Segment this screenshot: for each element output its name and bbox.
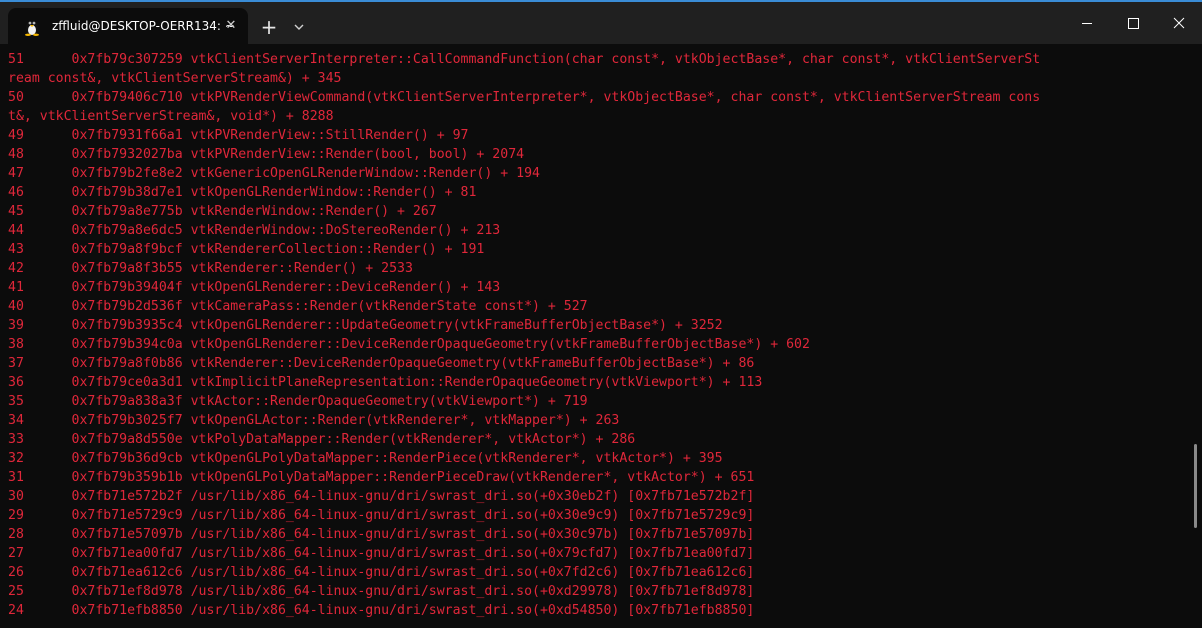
terminal-line: 41 0x7fb79b39404f vtkOpenGLRenderer::Dev… [8,280,501,295]
terminal-line: 38 0x7fb79b394c0a vtkOpenGLRenderer::Dev… [8,337,810,352]
terminal-line: 46 0x7fb79b38d7e1 vtkOpenGLRenderWindow:… [8,185,477,200]
terminal-line: t&, vtkClientServerStream&, void*) + 828… [8,109,334,124]
terminal-line: 33 0x7fb79a8d550e vtkPolyDataMapper::Ren… [8,432,636,447]
terminal-line: ream const&, vtkClientServerStream&) + 3… [8,71,342,86]
terminal-line: 28 0x7fb71e57097b /usr/lib/x86_64-linux-… [8,527,755,542]
terminal-line: 24 0x7fb71efb8850 /usr/lib/x86_64-linux-… [8,603,755,618]
terminal-line: 45 0x7fb79a8e775b vtkRenderWindow::Rende… [8,204,437,219]
vertical-scrollbar[interactable] [1194,444,1197,528]
terminal-line: 47 0x7fb79b2fe8e2 vtkGenericOpenGLRender… [8,166,540,181]
chevron-down-icon[interactable] [290,18,308,36]
tab-close-icon[interactable]: ✕ [222,17,240,35]
terminal-line: 35 0x7fb79a838a3f vtkActor::RenderOpaque… [8,394,588,409]
terminal-line: 27 0x7fb71ea00fd7 /usr/lib/x86_64-linux-… [8,546,755,561]
title-bar[interactable]: zffluid@DESKTOP-OERR134: ~ ✕ + [0,2,1202,44]
terminal-line: 50 0x7fb79406c710 vtkPVRenderViewCommand… [8,90,1041,105]
tab-terminal[interactable]: zffluid@DESKTOP-OERR134: ~ ✕ [8,8,248,44]
terminal-line: 49 0x7fb7931f66a1 vtkPVRenderView::Still… [8,128,469,143]
terminal-line: 51 0x7fb79c307259 vtkClientServerInterpr… [8,52,1041,67]
terminal-line: 44 0x7fb79a8e6dc5 vtkRenderWindow::DoSte… [8,223,501,238]
terminal-line: 43 0x7fb79a8f9bcf vtkRendererCollection:… [8,242,485,257]
close-button[interactable] [1156,4,1202,42]
terminal-line: 29 0x7fb71e5729c9 /usr/lib/x86_64-linux-… [8,508,755,523]
terminal-line: 48 0x7fb7932027ba vtkPVRenderView::Rende… [8,147,525,162]
linux-penguin-icon [24,18,40,36]
terminal-line: 40 0x7fb79b2d536f vtkCameraPass::Render(… [8,299,588,314]
terminal-line: 34 0x7fb79b3025f7 vtkOpenGLActor::Render… [8,413,620,428]
terminal-line: 37 0x7fb79a8f0b86 vtkRenderer::DeviceRen… [8,356,755,371]
terminal-line: 36 0x7fb79ce0a3d1 vtkImplicitPlaneRepres… [8,375,763,390]
minimize-button[interactable] [1064,4,1110,42]
terminal-line: 25 0x7fb71ef8d978 /usr/lib/x86_64-linux-… [8,584,755,599]
terminal-line: 26 0x7fb71ea612c6 /usr/lib/x86_64-linux-… [8,565,755,580]
terminal-window: zffluid@DESKTOP-OERR134: ~ ✕ + 51 0x7fb7… [0,0,1202,628]
terminal-line: 42 0x7fb79a8f3b55 vtkRenderer::Render() … [8,261,413,276]
tab-title: zffluid@DESKTOP-OERR134: ~ [52,19,235,33]
maximize-button[interactable] [1110,4,1156,42]
terminal-line: 31 0x7fb79b359b1b vtkOpenGLPolyDataMappe… [8,470,755,485]
terminal-output[interactable]: 51 0x7fb79c307259 vtkClientServerInterpr… [8,50,1188,628]
terminal-line: 32 0x7fb79b36d9cb vtkOpenGLPolyDataMappe… [8,451,723,466]
terminal-line: 30 0x7fb71e572b2f /usr/lib/x86_64-linux-… [8,489,755,504]
new-tab-button[interactable]: + [256,16,282,38]
terminal-line: 39 0x7fb79b3935c4 vtkOpenGLRenderer::Upd… [8,318,723,333]
